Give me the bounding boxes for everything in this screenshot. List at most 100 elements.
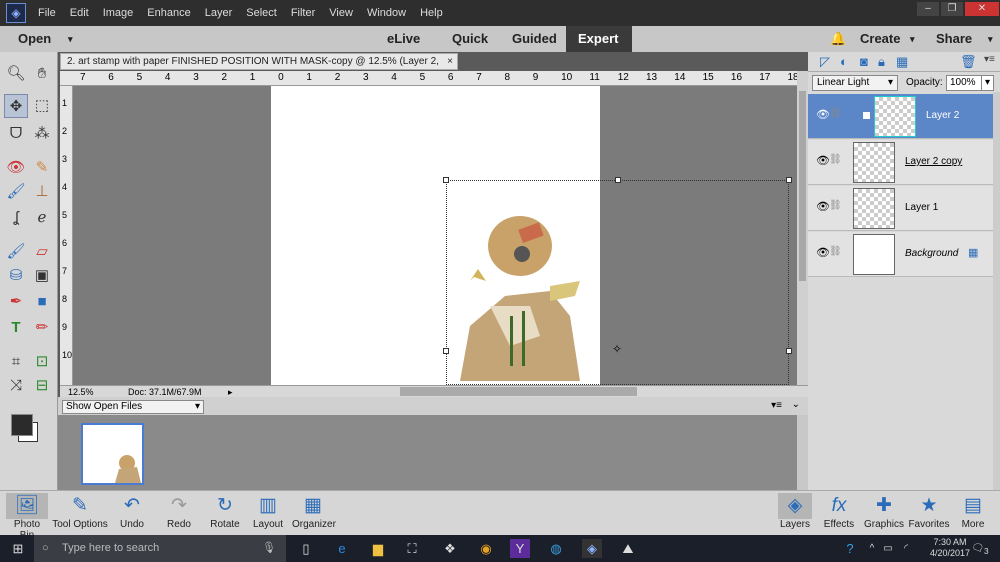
tab-guided[interactable]: Guided (500, 26, 569, 52)
foreground-color-swatch[interactable] (11, 414, 33, 436)
new-layer-icon[interactable]: ◸ (820, 54, 830, 70)
canvas-area[interactable]: ✧ (73, 86, 797, 385)
chrome-icon[interactable]: ◉ (476, 539, 496, 558)
layer-name[interactable]: Background (905, 248, 958, 259)
tab-expert[interactable]: Expert (566, 26, 632, 52)
favorites-button[interactable]: ★ Favorites (908, 493, 950, 530)
bin-scrollbar[interactable] (797, 415, 808, 490)
minimize-icon[interactable]: – (917, 2, 939, 16)
recompose-tool-icon[interactable]: ⊡ (30, 350, 54, 374)
layer-row-layer-2-copy[interactable]: 👁︎ ⛓︎ Layer 2 copy (808, 140, 993, 185)
menu-layer[interactable]: Layer (205, 7, 233, 19)
share-dropdown-icon[interactable]: ▾ (976, 26, 1000, 52)
tool-options-button[interactable]: ✎ Tool Options (52, 493, 108, 530)
transform-handle[interactable] (443, 348, 449, 354)
menu-select[interactable]: Select (246, 7, 277, 19)
menu-view[interactable]: View (329, 7, 353, 19)
crop-tool-icon[interactable]: ⌗ (4, 350, 28, 374)
transform-handle[interactable] (443, 177, 449, 183)
open-file-thumbnail[interactable] (81, 423, 144, 485)
microphone-icon[interactable]: 🎙︎ (262, 535, 276, 562)
help-icon[interactable]: ? (840, 539, 860, 558)
layer-row-layer-1[interactable]: 👁︎ ⛓︎ Layer 1 (808, 186, 993, 231)
layout-button[interactable]: ▥ Layout (252, 493, 284, 530)
delete-layer-icon[interactable]: 🗑︎ (960, 54, 977, 70)
battery-icon[interactable]: ▭ (878, 539, 898, 558)
pencil-tool-icon[interactable]: ✏︎ (30, 316, 54, 340)
type-tool-icon[interactable]: T (4, 316, 28, 340)
hand-tool-icon[interactable]: ✋︎ (30, 62, 54, 86)
graphics-button[interactable]: ✚ Graphics (864, 493, 904, 530)
add-mask-icon[interactable]: ◙ (860, 54, 868, 69)
zoom-tool-icon[interactable]: 🔍︎ (4, 62, 28, 86)
gradient-tool-icon[interactable]: ▣ (30, 264, 54, 288)
wifi-icon[interactable]: ◜ (896, 539, 916, 558)
layer-name[interactable]: Layer 2 copy (905, 156, 962, 167)
lock-transparent-icon[interactable]: ▦ (896, 54, 908, 70)
document-tab[interactable]: 2. art stamp with paper FINISHED POSITIO… (60, 53, 458, 82)
rotation-center-icon[interactable]: ✧ (612, 342, 622, 356)
yahoo-icon[interactable]: Y (510, 539, 530, 558)
close-icon[interactable]: ✕ (965, 2, 999, 16)
undo-button[interactable]: ↶ Undo (116, 493, 148, 530)
organizer-button[interactable]: ▦ Organizer (292, 493, 336, 530)
clone-stamp-icon[interactable]: ⊥ (30, 180, 54, 204)
open-dropdown-icon[interactable]: ▾ (56, 26, 85, 52)
notifications-icon[interactable]: 🗨︎3 (970, 539, 990, 558)
magic-wand-icon[interactable]: ⁂ (30, 122, 54, 146)
visibility-eye-icon[interactable]: 👁︎ (816, 154, 830, 167)
clock[interactable]: 7:30 AM 4/20/2017 (930, 537, 970, 559)
edge-icon[interactable]: e (332, 539, 352, 558)
transform-handle[interactable] (786, 177, 792, 183)
bin-source-select[interactable]: Show Open Files ▾ (62, 400, 204, 414)
restore-icon[interactable]: ❐ (941, 2, 963, 16)
straighten-tool-icon[interactable]: ⊟ (30, 374, 54, 398)
collapse-bin-icon[interactable]: ⌄ (792, 399, 800, 410)
close-tab-icon[interactable]: × (447, 54, 453, 69)
bin-menu-icon[interactable]: ▾≡ (771, 400, 782, 411)
shape-tool-icon[interactable]: ■ (30, 290, 54, 314)
menu-help[interactable]: Help (420, 7, 443, 19)
marquee-tool-icon[interactable]: ⬚ (30, 94, 54, 118)
menu-window[interactable]: Window (367, 7, 406, 19)
brush-tool-icon[interactable]: 🖌︎ (4, 240, 28, 264)
layers-scrollbar[interactable] (993, 92, 1000, 490)
menu-filter[interactable]: Filter (291, 7, 315, 19)
eraser-tool-icon[interactable]: ▱ (30, 240, 54, 264)
link-icon[interactable]: ⛓︎ (829, 154, 842, 165)
panel-menu-icon[interactable]: ▾≡ (984, 54, 995, 65)
menu-enhance[interactable]: Enhance (147, 7, 190, 19)
lock-all-icon[interactable]: 🔒︎ (878, 54, 885, 70)
menu-image[interactable]: Image (103, 7, 134, 19)
blend-mode-select[interactable]: Linear Light ▾ (812, 75, 898, 91)
canvas-horizontal-scrollbar[interactable] (400, 387, 637, 396)
transform-handle[interactable] (786, 348, 792, 354)
open-button[interactable]: Open (6, 26, 63, 52)
paint-bucket-icon[interactable]: ⛁ (4, 264, 28, 288)
link-icon[interactable]: ⛓︎ (829, 200, 842, 211)
layers-button[interactable]: ◈ Layers (778, 493, 812, 530)
visibility-eye-icon[interactable]: 👁︎ (816, 246, 830, 259)
photos-icon[interactable]: ⛰ (618, 539, 638, 558)
transform-handle[interactable] (615, 177, 621, 183)
chevron-down-icon[interactable]: ▾ (981, 76, 993, 90)
menu-file[interactable]: File (38, 7, 56, 19)
link-icon[interactable]: ⛓︎ (829, 246, 842, 257)
file-explorer-icon[interactable]: ▆ (368, 539, 388, 558)
smart-brush-icon[interactable]: 🖌︎ (4, 180, 28, 204)
redo-button[interactable]: ↷ Redo (164, 493, 194, 530)
dropbox-icon[interactable]: ❖ (440, 539, 460, 558)
task-view-icon[interactable]: ▯ (296, 539, 316, 558)
eyedropper-icon[interactable]: ✒ (4, 290, 28, 314)
canvas-vertical-scrollbar[interactable] (797, 71, 808, 385)
menu-edit[interactable]: Edit (70, 7, 89, 19)
visibility-eye-icon[interactable]: 👁︎ (816, 108, 830, 121)
tab-quick[interactable]: Quick (440, 26, 500, 52)
app-icon[interactable]: ◍ (546, 539, 566, 558)
sponge-tool-icon[interactable]: ℯ (30, 206, 54, 230)
effects-button[interactable]: fx Effects (822, 493, 856, 530)
move-tool-icon[interactable]: ✥ (4, 94, 28, 118)
tab-elive[interactable]: eLive (375, 26, 432, 52)
layer-row-background[interactable]: 👁︎ ⛓︎ Background ▦ (808, 232, 993, 277)
create-dropdown-icon[interactable]: ▾ (898, 26, 927, 52)
